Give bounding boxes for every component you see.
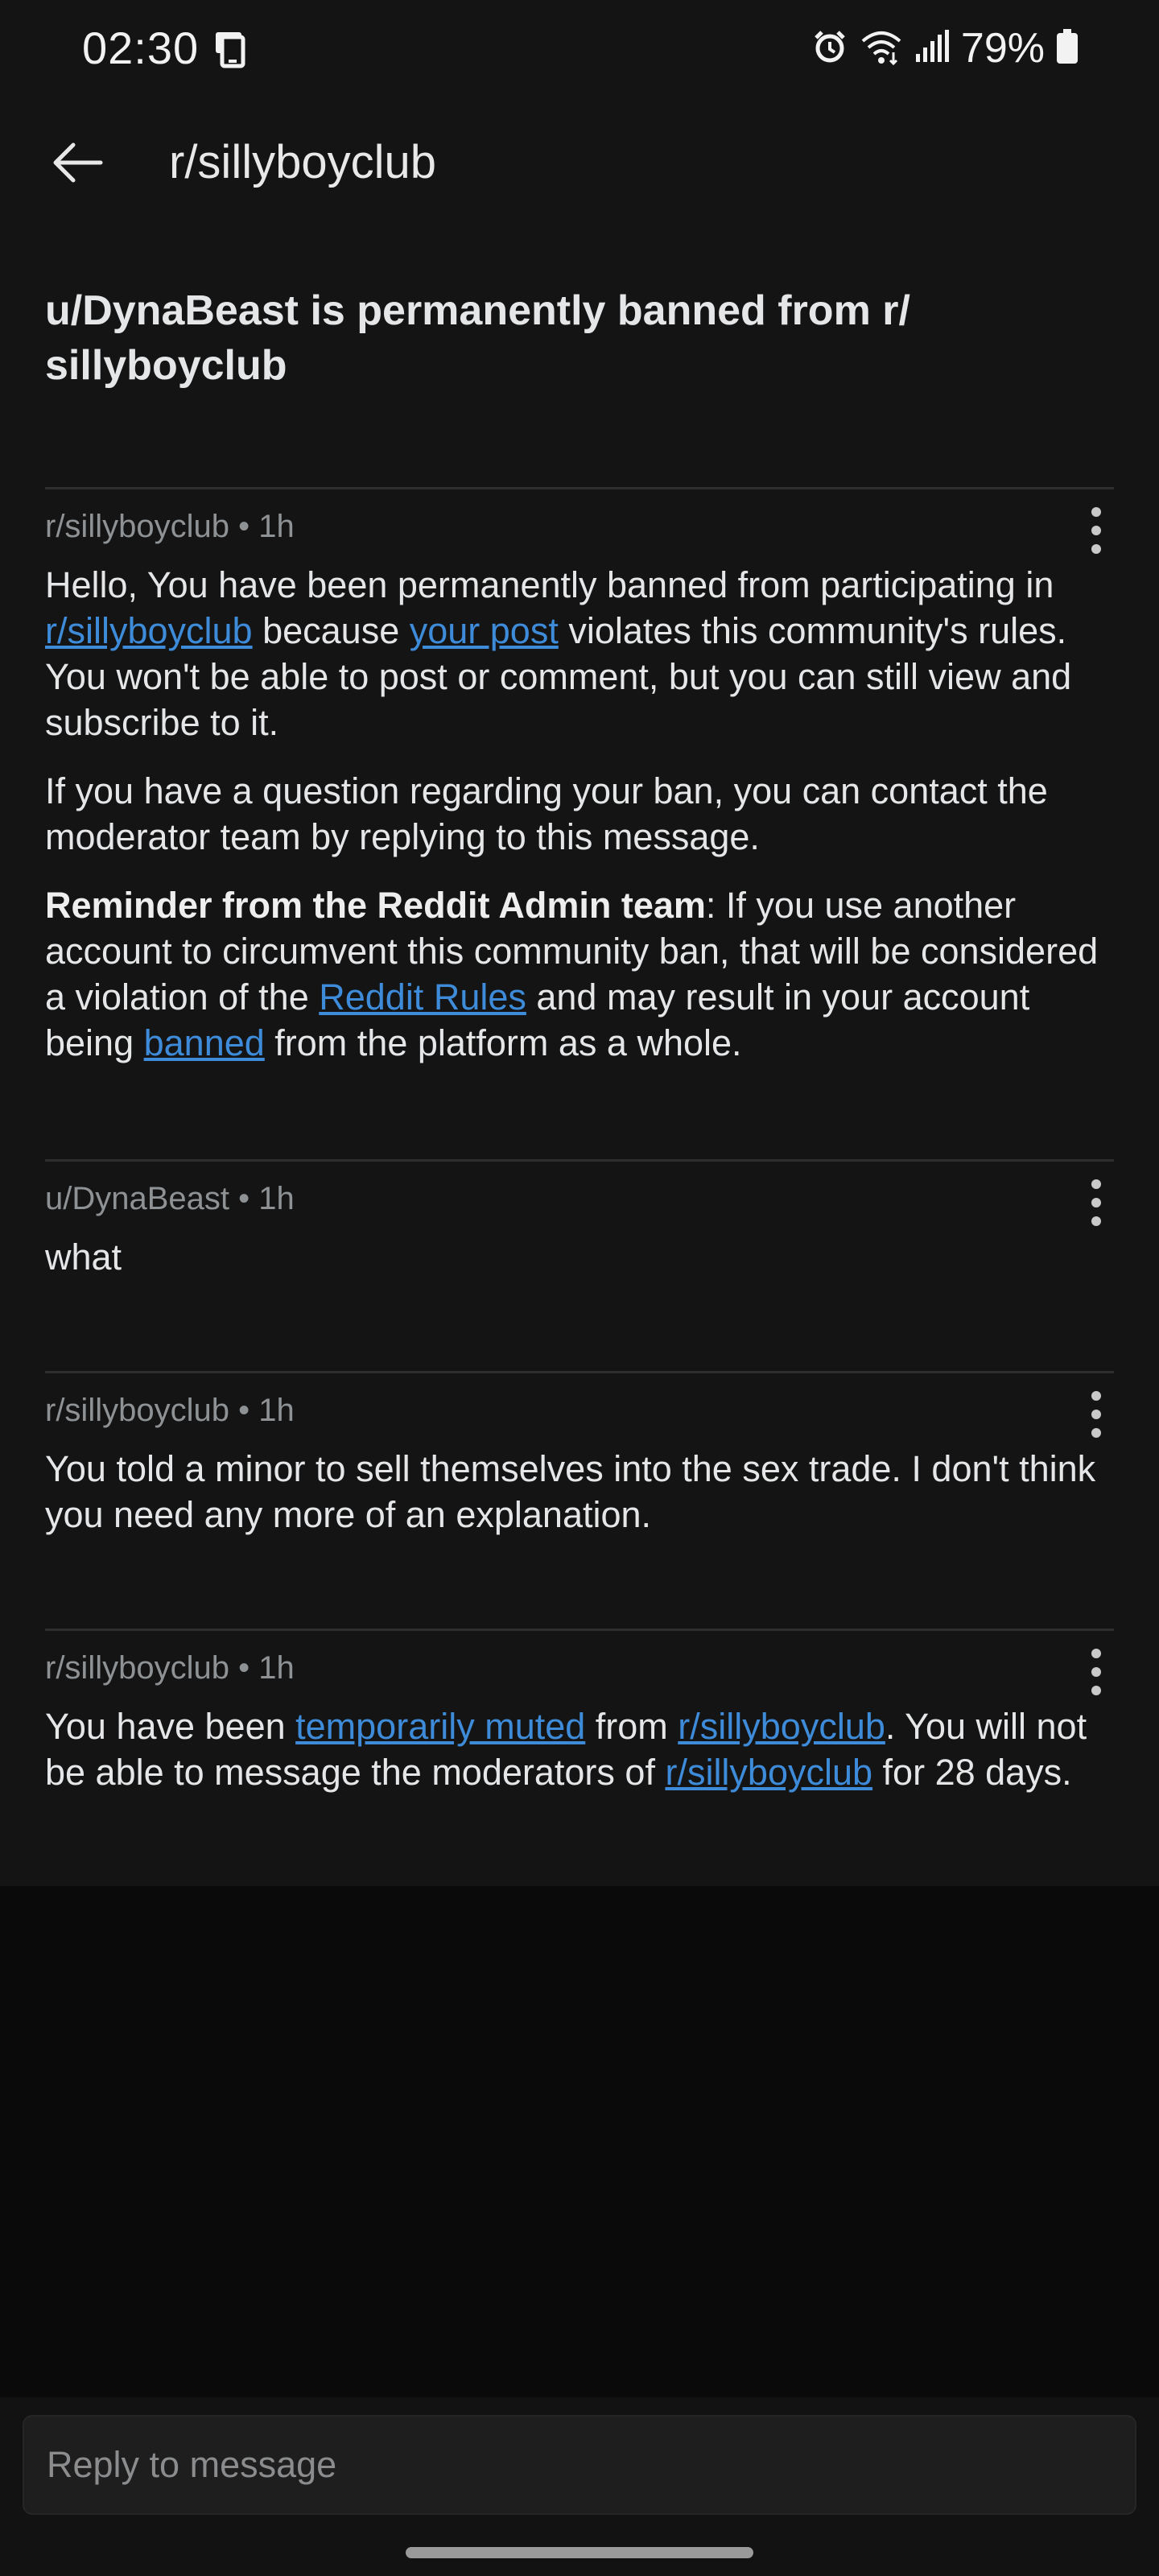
- message-item: r/sillyboyclub • 1h You told a minor to …: [45, 1371, 1114, 1615]
- banned-link[interactable]: banned: [144, 1022, 265, 1063]
- message-paragraph: Reminder from the Reddit Admin team: If …: [45, 882, 1114, 1066]
- message-meta: u/DynaBeast • 1h: [45, 1181, 295, 1216]
- message-body: what: [45, 1234, 1114, 1302]
- temporarily-muted-link[interactable]: temporarily muted: [295, 1706, 585, 1747]
- message-item: r/sillyboyclub • 1h You have been tempor…: [45, 1629, 1114, 1872]
- message-item: r/sillyboyclub • 1h Hello, You have been…: [45, 487, 1114, 1150]
- reddit-rules-link[interactable]: Reddit Rules: [319, 976, 526, 1018]
- text: Hello, You have been permanently banned …: [45, 564, 1054, 605]
- signal-icon: [914, 28, 950, 69]
- notification-icon: [211, 27, 254, 71]
- status-time: 02:30: [82, 23, 200, 73]
- status-icons: 79%: [811, 18, 1079, 79]
- text: You have been: [45, 1706, 296, 1747]
- battery-percent: 79%: [960, 25, 1045, 72]
- message-paragraph: Hello, You have been permanently banned …: [45, 562, 1114, 745]
- header-title: r/sillyboyclub: [169, 136, 436, 188]
- battery-icon: [1056, 28, 1079, 68]
- your-post-link[interactable]: your post: [410, 610, 559, 651]
- text: because: [252, 610, 410, 651]
- more-options-icon[interactable]: [1083, 1388, 1109, 1441]
- message-meta: r/sillyboyclub • 1h: [45, 509, 295, 544]
- message-body: You have been temporarily muted from r/s…: [45, 1703, 1114, 1818]
- subreddit-link[interactable]: r/sillyboyclub: [45, 610, 253, 651]
- text: for 28 days.: [872, 1752, 1072, 1793]
- alarm-icon: [811, 28, 848, 69]
- message-paragraph: You told a minor to sell themselves into…: [45, 1448, 1096, 1535]
- screen: 02:30 79% r/sillyboyclub u/DynaBeast is …: [0, 0, 1159, 2576]
- message-meta: r/sillyboyclub • 1h: [45, 1393, 295, 1428]
- message-subject: u/DynaBeast is permanently banned from r…: [45, 287, 910, 389]
- arrow-left-icon: [53, 142, 103, 183]
- message-paragraph: If you have a question regarding your ba…: [45, 770, 1048, 857]
- more-options-icon[interactable]: [1083, 504, 1109, 557]
- more-options-icon[interactable]: [1083, 1645, 1109, 1699]
- message-paragraph: what: [45, 1236, 122, 1278]
- more-options-icon[interactable]: [1083, 1176, 1109, 1229]
- status-bar: 02:30 79%: [0, 0, 1159, 97]
- message-meta: r/sillyboyclub • 1h: [45, 1650, 295, 1686]
- message-paragraph: You have been temporarily muted from r/s…: [45, 1703, 1114, 1795]
- subreddit-link[interactable]: r/sillyboyclub: [678, 1706, 885, 1747]
- subreddit-link[interactable]: r/sillyboyclub: [665, 1752, 872, 1793]
- reply-input[interactable]: Reply to message: [23, 2415, 1136, 2515]
- wifi-icon: [860, 28, 903, 69]
- admin-reminder-label: Reminder from the Reddit Admin team: [45, 885, 706, 926]
- message-body: Hello, You have been permanently banned …: [45, 562, 1114, 1088]
- text: from: [585, 1706, 678, 1747]
- app-header: r/sillyboyclub: [0, 113, 1159, 209]
- text: from the platform as a whole.: [264, 1022, 742, 1063]
- home-indicator[interactable]: [406, 2547, 753, 2558]
- message-body: You told a minor to sell themselves into…: [45, 1446, 1114, 1560]
- message-item: u/DynaBeast • 1h what: [45, 1159, 1114, 1363]
- back-button[interactable]: [45, 130, 109, 195]
